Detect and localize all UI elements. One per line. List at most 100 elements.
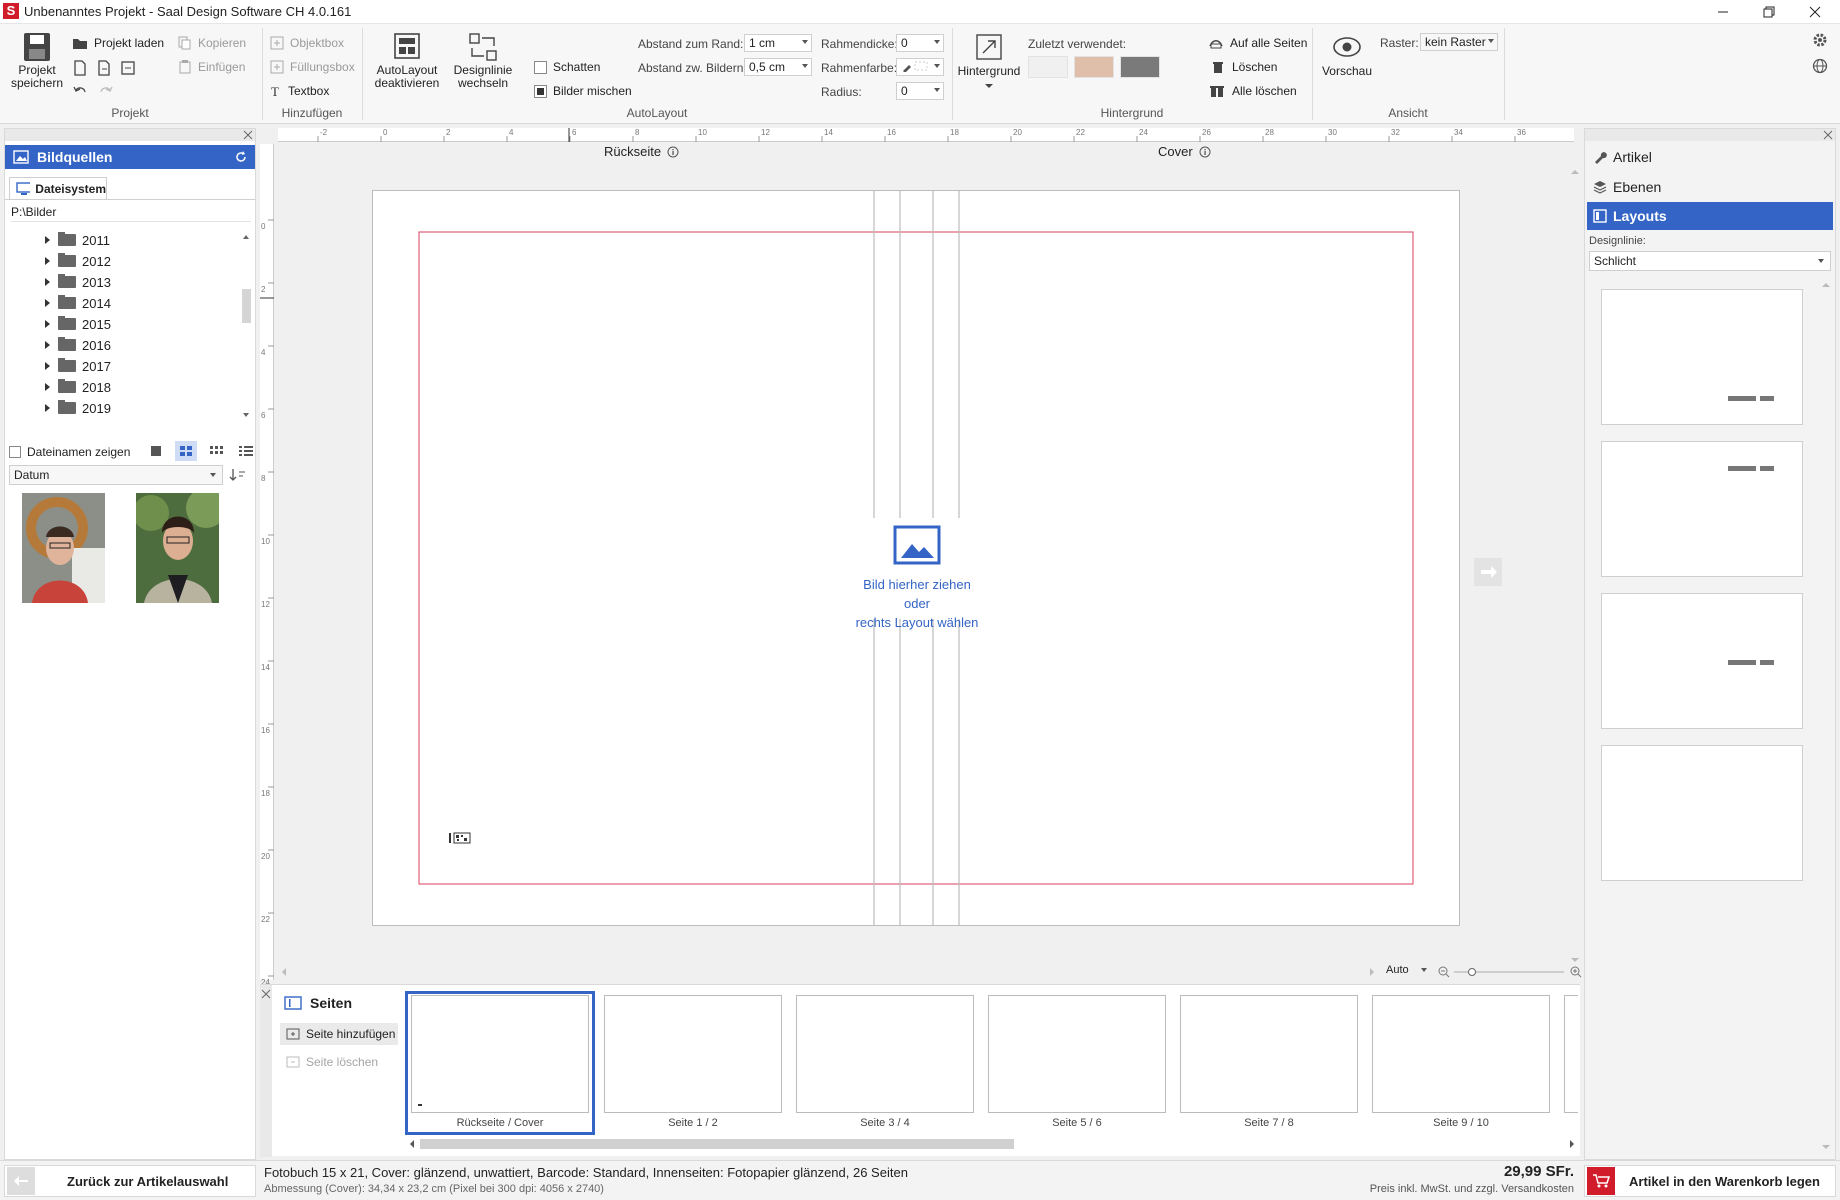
cover-spread[interactable]: Bild hierher ziehen oder rechts Layout w…: [372, 190, 1460, 926]
delete-all-background-button[interactable]: Alle löschen: [1210, 84, 1297, 98]
add-to-cart-button[interactable]: Artikel in den Warenkorb legen: [1584, 1165, 1836, 1197]
page-arrow-icon[interactable]: [96, 60, 112, 76]
show-filenames-checkbox[interactable]: Dateinamen zeigen: [9, 445, 130, 459]
folder-item[interactable]: 2011: [45, 230, 110, 250]
tab-ebenen[interactable]: Ebenen: [1587, 173, 1833, 201]
info-icon[interactable]: [667, 146, 679, 158]
redo-icon[interactable]: [98, 84, 114, 98]
change-designline-button[interactable]: Designlinie wechseln: [448, 32, 518, 90]
layout-thumbnail[interactable]: [1601, 745, 1803, 881]
folder-item[interactable]: 2016: [45, 335, 111, 355]
add-objektbox-button[interactable]: Objektbox: [270, 36, 344, 50]
path-field[interactable]: P:\Bilder: [11, 205, 251, 222]
tab-artikel[interactable]: Artikel: [1587, 143, 1833, 171]
copy-button[interactable]: Kopieren: [178, 36, 246, 50]
shadow-checkbox-box[interactable]: [534, 60, 547, 74]
language-button[interactable]: [1812, 58, 1828, 74]
paste-button[interactable]: Einfügen: [178, 60, 245, 74]
tab-filesystem[interactable]: Dateisystem: [9, 177, 107, 199]
preview-button[interactable]: Vorschau: [1316, 34, 1378, 78]
image-thumbnail[interactable]: [22, 493, 105, 603]
page-thumbnail[interactable]: [411, 995, 589, 1113]
margin-combo[interactable]: 1 cm: [744, 34, 812, 52]
spacing-combo[interactable]: 0,5 cm: [744, 58, 812, 76]
scroll-down-icon[interactable]: [1821, 1143, 1831, 1151]
add-textbox-button[interactable]: T Textbox: [270, 84, 329, 98]
sort-combo[interactable]: Datum: [9, 465, 223, 485]
delete-background-button[interactable]: Löschen: [1212, 60, 1277, 74]
folder-item[interactable]: 2019: [45, 398, 111, 418]
frame-color-picker[interactable]: [896, 58, 944, 76]
image-thumbnail[interactable]: [136, 493, 219, 603]
scroll-left-icon[interactable]: [280, 967, 288, 977]
folder-item[interactable]: 2015: [45, 314, 111, 334]
folder-item[interactable]: 2017: [45, 356, 111, 376]
pages-scrollbar[interactable]: [408, 1137, 1576, 1151]
bottom-bar: Zurück zur Artikelauswahl Fotobuch 15 x …: [0, 1160, 1840, 1200]
minimize-button[interactable]: [1700, 0, 1746, 24]
view-medium-icon[interactable]: [175, 441, 197, 461]
page-thumbnail[interactable]: [1180, 995, 1358, 1113]
designline-combo[interactable]: Schlicht: [1589, 251, 1831, 271]
back-to-articles-button[interactable]: Zurück zur Artikelauswahl: [4, 1165, 256, 1197]
background-button[interactable]: Hintergrund: [956, 34, 1022, 90]
eyedropper-icon: [903, 61, 928, 72]
raster-combo[interactable]: kein Raster: [1420, 33, 1498, 51]
restore-button[interactable]: [1746, 0, 1792, 24]
apply-all-pages-button[interactable]: Auf alle Seiten: [1208, 36, 1307, 50]
zoom-mode-combo[interactable]: Auto: [1382, 963, 1430, 979]
info-icon[interactable]: [1199, 146, 1211, 158]
add-fuellungsbox-button[interactable]: Füllungsbox: [270, 60, 355, 74]
refresh-icon[interactable]: [235, 151, 247, 163]
recent-color-swatch[interactable]: [1028, 56, 1068, 78]
page-thumbnail[interactable]: [1564, 995, 1578, 1113]
scroll-up-icon[interactable]: [1570, 168, 1580, 176]
view-small-icon[interactable]: [205, 441, 227, 461]
undo-icon[interactable]: [72, 84, 88, 98]
view-list-icon[interactable]: [235, 441, 257, 461]
page-export-icon[interactable]: [120, 60, 136, 76]
close-panel-icon[interactable]: [1823, 130, 1833, 140]
zoom-in-icon[interactable]: [1570, 966, 1582, 978]
frame-thickness-combo[interactable]: 0: [896, 34, 944, 52]
close-panel-icon[interactable]: [261, 989, 271, 999]
recent-color-swatch[interactable]: [1120, 56, 1160, 78]
tree-scrollbar[interactable]: [239, 229, 253, 421]
save-project-button[interactable]: Projekt speichern: [10, 32, 64, 90]
close-button[interactable]: [1792, 0, 1838, 24]
folder-item[interactable]: 2013: [45, 272, 111, 292]
page-thumbnail[interactable]: [604, 995, 782, 1113]
mix-images-checkbox[interactable]: Bilder mischen: [534, 84, 632, 98]
folder-item[interactable]: 2018: [45, 377, 111, 397]
objektbox-icon: [270, 36, 284, 50]
scroll-right-icon[interactable]: [1368, 967, 1376, 977]
zoom-slider[interactable]: [1454, 968, 1564, 976]
view-large-icon[interactable]: [145, 441, 167, 461]
layout-thumbnail[interactable]: [1601, 593, 1803, 729]
next-page-button[interactable]: [1474, 558, 1502, 586]
folder-item[interactable]: 2012: [45, 251, 111, 271]
zoom-out-icon[interactable]: [1438, 966, 1450, 978]
layout-thumbnail[interactable]: [1601, 441, 1803, 577]
tab-layouts[interactable]: Layouts: [1587, 202, 1833, 230]
page-thumbnail[interactable]: [796, 995, 974, 1113]
barcode-icon: [449, 831, 471, 845]
sort-direction-button[interactable]: [229, 466, 247, 484]
close-panel-icon[interactable]: [243, 130, 253, 140]
layout-thumbnail[interactable]: [1601, 289, 1803, 425]
radius-combo[interactable]: 0: [896, 82, 944, 100]
autolayout-toggle-button[interactable]: AutoLayout deaktivieren: [374, 32, 440, 90]
raster-label: Raster:: [1380, 36, 1419, 50]
page-thumbnail[interactable]: [1372, 995, 1550, 1113]
scroll-down-icon[interactable]: [1570, 956, 1580, 964]
recent-color-swatch[interactable]: [1074, 56, 1114, 78]
shadow-checkbox[interactable]: Schatten: [534, 60, 600, 74]
new-page-icon[interactable]: [72, 60, 88, 76]
settings-button[interactable]: [1812, 32, 1828, 48]
load-project-button[interactable]: Projekt laden: [72, 36, 164, 50]
delete-page-button[interactable]: Seite löschen: [280, 1051, 398, 1073]
scroll-up-icon[interactable]: [1821, 281, 1831, 289]
add-page-button[interactable]: Seite hinzufügen: [280, 1023, 398, 1045]
folder-item[interactable]: 2014: [45, 293, 111, 313]
page-thumbnail[interactable]: [988, 995, 1166, 1113]
